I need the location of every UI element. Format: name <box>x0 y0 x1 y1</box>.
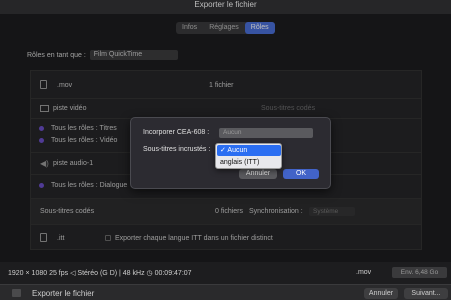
export-icon <box>12 289 21 297</box>
dropdown-option-aucun[interactable]: ✓ Aucun <box>217 145 281 156</box>
bottom-title: Exporter le fichier <box>32 289 95 298</box>
bottom-bar: Exporter le fichier Annuler Suivant... <box>0 284 451 300</box>
cea608-label: Incorporer CEA-608 : <box>143 129 210 136</box>
media-info: 1920 × 1080 25 fps ◁ Stéréo (G D) | 48 k… <box>8 270 192 277</box>
next-button[interactable]: Suivant... <box>404 288 448 299</box>
file-extension: .mov <box>356 269 372 276</box>
window-title: Exporter le fichier <box>0 0 451 14</box>
cea608-select[interactable]: Aucun <box>219 128 313 138</box>
status-bar: 1920 × 1080 25 fps ◁ Stéréo (G D) | 48 k… <box>0 262 451 284</box>
burned-subs-dropdown: ✓ Aucun anglais (ITT) <box>215 143 282 169</box>
bottom-cancel-button[interactable]: Annuler <box>364 288 398 299</box>
ok-button[interactable]: OK <box>283 169 319 179</box>
estimated-size: Env. 6,48 Go <box>392 267 447 278</box>
cancel-button[interactable]: Annuler <box>239 169 277 179</box>
burned-subs-label: Sous-titres incrustés : <box>143 146 211 153</box>
dropdown-option-anglais-itt[interactable]: anglais (ITT) <box>217 157 281 168</box>
